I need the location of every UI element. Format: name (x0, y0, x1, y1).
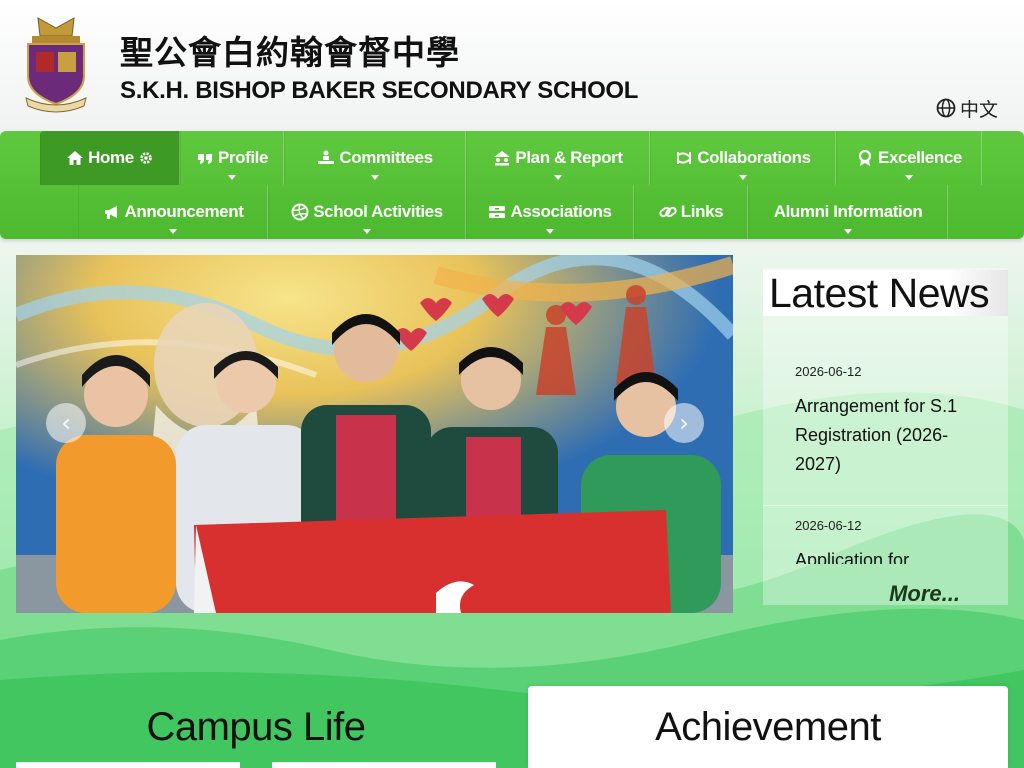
language-switch[interactable]: 中文 (936, 96, 999, 121)
hero-slideshow[interactable]: ‹ › (16, 255, 733, 613)
chevron-down-icon (554, 175, 562, 180)
chevron-down-icon (363, 229, 371, 234)
news-list: 2026-06-12 Arrangement for S.1 Registrat… (763, 352, 1008, 564)
nav-item-home[interactable]: Home (40, 131, 180, 185)
nav-item-links[interactable]: Links (634, 185, 748, 239)
campus-card[interactable] (16, 762, 240, 768)
news-item[interactable]: 2026-06-12 Arrangement for S.1 Registrat… (763, 352, 1008, 506)
chevron-down-icon (228, 175, 236, 180)
nav-item-label: Collaborations (697, 148, 811, 167)
latest-news-panel: Latest News 2026-06-12 Arrangement for S… (763, 268, 1008, 607)
news-date: 2026-06-12 (795, 364, 862, 379)
language-switch-label: 中文 (960, 98, 999, 121)
hero-photo (16, 255, 733, 613)
nav-item-associations[interactable]: Associations (466, 185, 634, 239)
people-icon (318, 150, 335, 164)
news-headline[interactable]: Arrangement for S.1 Registration (2026-2… (795, 392, 985, 479)
slide-prev-button[interactable]: ‹ (46, 403, 86, 443)
nav-item-alumni-information[interactable]: Alumni Information (748, 185, 948, 239)
home-icon (67, 151, 84, 165)
news-headline[interactable]: Application for (795, 546, 985, 564)
nav-item-label: Associations (510, 202, 612, 221)
nav-item-label: Committees (339, 148, 433, 167)
nav-item-plan-report[interactable]: Plan & Report (466, 131, 650, 185)
campus-card[interactable] (272, 762, 496, 768)
nav-item-label: Excellence (878, 148, 962, 167)
nav-item-collaborations[interactable]: Collaborations (650, 131, 836, 185)
nav-item-label: Links (680, 202, 724, 221)
chart-people-icon (494, 151, 511, 166)
nav-row-primary: Home Profile Committees Plan & Report Co… (0, 131, 1024, 185)
group-icon (489, 206, 506, 218)
school-name-chinese: 聖公會白約翰會督中學 (120, 33, 460, 72)
gear-icon (140, 152, 152, 164)
chevron-down-icon (546, 229, 554, 234)
site-header: 聖公會白約翰會督中學 S.K.H. BISHOP BAKER SECONDARY… (0, 0, 1024, 130)
nav-item-label: Home (88, 148, 134, 167)
nav-item-label: Alumni Information (773, 202, 923, 221)
nav-item-label: Plan & Report (515, 148, 623, 167)
chevron-down-icon (844, 229, 852, 234)
school-crest-icon[interactable] (18, 14, 94, 114)
globe-icon (936, 98, 956, 118)
megaphone-icon (104, 206, 117, 219)
slide-next-button[interactable]: › (664, 403, 704, 443)
nav-item-announcement[interactable]: Announcement (78, 185, 268, 239)
link-icon (659, 206, 677, 218)
campus-life-heading: Campus Life (146, 704, 366, 749)
achievement-heading: Achievement (528, 686, 1008, 768)
nav-item-label: School Activities (313, 202, 443, 221)
nav-item-label: Profile (217, 148, 269, 167)
chevron-down-icon (371, 175, 379, 180)
nav-item-committees[interactable]: Committees (284, 131, 466, 185)
volleyball-icon (291, 203, 309, 221)
quote-icon (197, 154, 212, 164)
news-more-link[interactable]: More... (889, 581, 960, 607)
nav-item-excellence[interactable]: Excellence (836, 131, 982, 185)
chevron-down-icon (905, 175, 913, 180)
main-navigation: Home Profile Committees Plan & Report Co… (0, 131, 1024, 239)
award-icon (858, 149, 872, 166)
news-item[interactable]: 2026-06-12 Application for (763, 506, 1008, 564)
nav-item-school-activities[interactable]: School Activities (268, 185, 466, 239)
school-name-english: S.K.H. BISHOP BAKER SECONDARY SCHOOL (120, 77, 639, 104)
nav-item-profile[interactable]: Profile (180, 131, 284, 185)
chevron-down-icon (169, 229, 177, 234)
chevron-down-icon (739, 175, 747, 180)
nav-item-label: Announcement (124, 202, 244, 221)
nav-row-secondary: Announcement School Activities Associati… (0, 185, 1024, 239)
latest-news-title: Latest News (763, 270, 1008, 316)
handshake-icon (677, 152, 692, 164)
news-date: 2026-06-12 (795, 518, 862, 533)
